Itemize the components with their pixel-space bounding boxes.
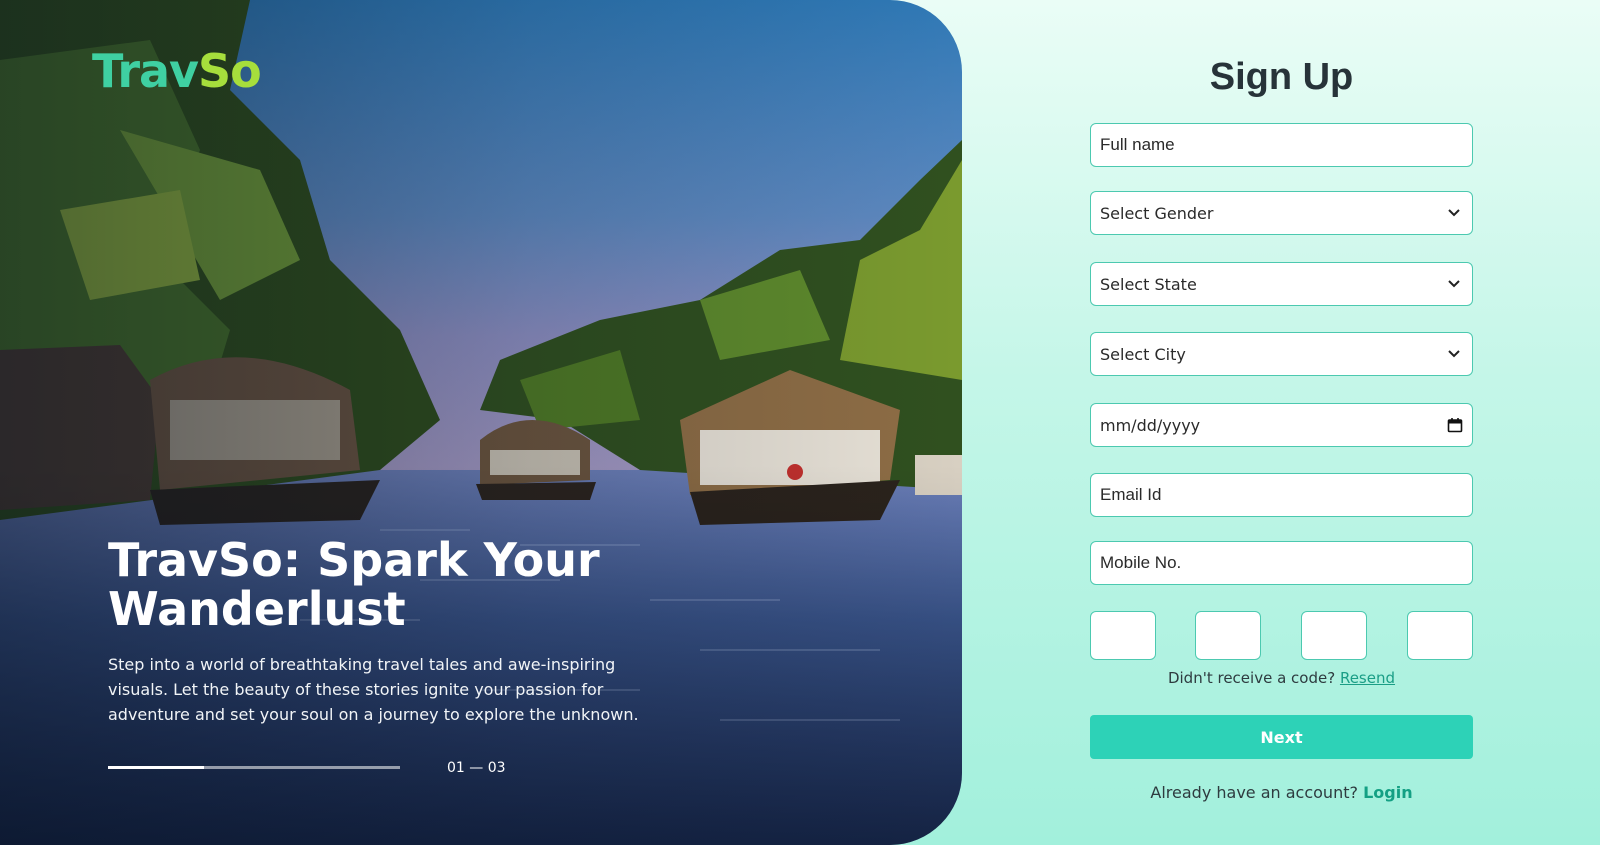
full-name-field[interactable]: Full name bbox=[1090, 123, 1473, 167]
resend-prompt: Didn't receive a code? bbox=[1167, 669, 1336, 687]
travso-logo[interactable]: TravSo bbox=[92, 44, 262, 98]
logo-text-main: Trav bbox=[92, 44, 199, 98]
logo-text-accent: So bbox=[198, 44, 262, 98]
state-select[interactable]: Select State bbox=[1090, 262, 1473, 306]
city-select-label: Select City bbox=[1100, 344, 1186, 364]
slide-progress-fill bbox=[108, 766, 205, 769]
otp-digit-3[interactable] bbox=[1301, 611, 1367, 660]
full-name-placeholder: Full name bbox=[1100, 135, 1175, 154]
login-row: Already have an account? Login bbox=[1090, 783, 1473, 802]
chevron-down-icon bbox=[1448, 209, 1460, 217]
otp-digit-1[interactable] bbox=[1090, 611, 1156, 660]
login-link[interactable]: Login bbox=[1363, 783, 1413, 802]
calendar-icon[interactable] bbox=[1447, 417, 1463, 433]
email-placeholder: Email Id bbox=[1100, 485, 1162, 504]
chevron-down-icon bbox=[1448, 280, 1460, 288]
resend-link[interactable]: Resend bbox=[1340, 669, 1395, 687]
page-title: Sign Up bbox=[1209, 56, 1354, 98]
hero-title: TravSo: Spark Your Wanderlust bbox=[108, 533, 600, 636]
next-button[interactable]: Next bbox=[1090, 715, 1473, 759]
date-placeholder: mm/dd/yyyy bbox=[1100, 415, 1201, 435]
slide-counter: 01 — 03 bbox=[447, 760, 506, 776]
login-prompt: Already have an account? bbox=[1150, 783, 1358, 802]
chevron-down-icon bbox=[1448, 350, 1460, 358]
otp-digit-4[interactable] bbox=[1407, 611, 1473, 660]
hero-description: Step into a world of breathtaking travel… bbox=[108, 655, 639, 724]
slide-progress-bar bbox=[108, 766, 400, 769]
mobile-field[interactable]: Mobile No. bbox=[1090, 541, 1473, 585]
hero-panel: TravSo TravSo: Spark Your Wanderlust Ste… bbox=[0, 0, 962, 845]
otp-digit-2[interactable] bbox=[1195, 611, 1261, 660]
mobile-placeholder: Mobile No. bbox=[1100, 553, 1182, 572]
city-select[interactable]: Select City bbox=[1090, 332, 1473, 376]
date-of-birth-field[interactable]: mm/dd/yyyy bbox=[1090, 403, 1473, 447]
gender-select[interactable]: Select Gender bbox=[1090, 191, 1473, 235]
gender-select-label: Select Gender bbox=[1100, 203, 1214, 223]
state-select-label: Select State bbox=[1100, 274, 1197, 294]
email-field[interactable]: Email Id bbox=[1090, 473, 1473, 517]
resend-row: Didn't receive a code? Resend bbox=[1090, 669, 1473, 687]
